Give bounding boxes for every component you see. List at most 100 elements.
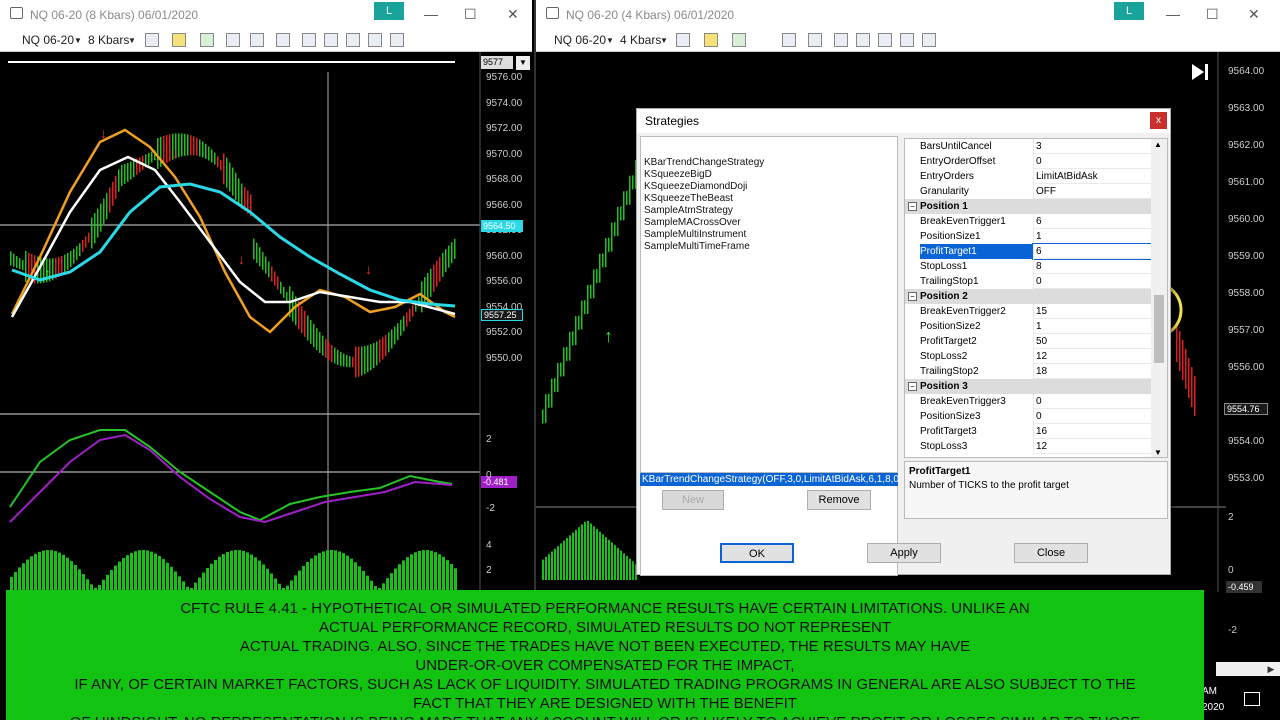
strategy-list-item[interactable]: KSqueezeDiamondDoji [644, 181, 747, 193]
apply-button[interactable]: Apply [867, 543, 941, 563]
collapse-icon[interactable]: − [908, 382, 917, 391]
link-badge[interactable]: L [374, 2, 404, 20]
property-category[interactable]: − Position 2 [905, 289, 1151, 304]
collapse-icon[interactable]: − [908, 202, 917, 211]
data-box-icon[interactable] [922, 33, 936, 47]
instrument-dropdown-icon[interactable]: ▼ [74, 36, 82, 45]
property-value[interactable]: 12 [1033, 349, 1151, 364]
property-row[interactable]: EntryOrderOffset 0 [905, 154, 1151, 169]
maximize-icon[interactable]: ☐ [1206, 6, 1219, 23]
properties-icon[interactable] [878, 33, 892, 47]
property-value[interactable]: 6 [1033, 214, 1151, 229]
indicators-icon[interactable] [302, 33, 316, 47]
drawing-tools-icon[interactable] [732, 33, 746, 47]
bar-type-icon[interactable] [676, 33, 690, 47]
strategies-icon[interactable] [856, 33, 870, 47]
scrollbar-thumb[interactable] [1154, 295, 1164, 363]
property-value[interactable]: 12 [1033, 439, 1151, 454]
close-icon[interactable]: ✕ [507, 6, 519, 23]
property-row[interactable]: ProfitTarget1 6 [905, 243, 1152, 260]
property-value[interactable]: 1 [1033, 229, 1151, 244]
indicators-icon[interactable] [834, 33, 848, 47]
strategy-list-item[interactable]: SampleMultiInstrument [644, 229, 746, 241]
data-box-icon[interactable] [390, 33, 404, 47]
scroll-right-icon[interactable]: ▶ [1264, 662, 1278, 676]
zoom-tool-icon[interactable] [226, 33, 240, 47]
property-row[interactable]: TrailingStop1 0 [905, 274, 1151, 289]
property-value[interactable]: OFF [1033, 184, 1151, 199]
property-value[interactable]: 0 [1033, 394, 1151, 409]
property-value[interactable]: LimitAtBidAsk [1033, 169, 1151, 184]
draw-pencil-icon[interactable] [704, 33, 718, 47]
configured-strategy-item[interactable]: KBarTrendChangeStrategy(OFF,3,0,LimitAtB… [640, 473, 898, 486]
property-row[interactable]: BreakEvenTrigger3 0 [905, 394, 1151, 409]
properties-icon[interactable] [346, 33, 360, 47]
draw-pencil-icon[interactable] [172, 33, 186, 47]
property-value[interactable]: 18 [1033, 364, 1151, 379]
property-value[interactable]: 0 [1033, 409, 1151, 424]
property-row[interactable]: ProfitTarget3 16 [905, 424, 1151, 439]
property-value[interactable]: 1 [1033, 319, 1151, 334]
property-value[interactable]: 3 [1033, 139, 1151, 154]
scroll-down-icon[interactable]: ▼ [1154, 448, 1162, 457]
ok-button[interactable]: OK [720, 543, 794, 563]
strategy-list-item[interactable]: SampleMultiTimeFrame [644, 241, 750, 253]
close-button[interactable]: Close [1014, 543, 1088, 563]
scroll-up-icon[interactable]: ▲ [1154, 140, 1162, 149]
notification-icon[interactable] [1244, 692, 1260, 706]
drawing-tools-icon[interactable] [200, 33, 214, 47]
property-value[interactable]: 8 [1033, 259, 1151, 274]
property-value[interactable]: 16 [1033, 424, 1151, 439]
property-category[interactable]: − Position 3 [905, 379, 1151, 394]
collapse-icon[interactable]: − [908, 292, 917, 301]
property-value[interactable]: 0 [1033, 154, 1151, 169]
bar-type-icon[interactable] [145, 33, 159, 47]
property-value[interactable]: 15 [1033, 304, 1151, 319]
instrument-selector[interactable]: NQ 06-20 [554, 33, 606, 47]
property-row[interactable]: EntryOrders LimitAtBidAsk [905, 169, 1151, 184]
template-icon[interactable] [368, 33, 382, 47]
strategy-list-item[interactable]: SampleAtmStrategy [644, 205, 733, 217]
instrument-selector[interactable]: NQ 06-20 [22, 33, 74, 47]
minimize-icon[interactable]: — [1166, 6, 1180, 22]
property-row[interactable]: Granularity OFF [905, 184, 1151, 199]
strategy-list-item[interactable]: KSqueezeBigD [644, 169, 712, 181]
magnifier-icon[interactable] [808, 33, 822, 47]
strategies-icon[interactable] [324, 33, 338, 47]
strategy-list-item[interactable]: KBarTrendChangeStrategy [644, 157, 764, 169]
new-button[interactable]: New [662, 490, 724, 510]
properties-scrollbar[interactable]: ▲ ▼ [1151, 139, 1167, 457]
strategy-list-item[interactable]: KSqueezeTheBeast [644, 193, 733, 205]
close-icon[interactable]: ✕ [1248, 6, 1260, 23]
property-value[interactable]: 6 [1032, 243, 1152, 260]
property-row[interactable]: StopLoss2 12 [905, 349, 1151, 364]
property-row[interactable]: BarsUntilCancel 3 [905, 139, 1151, 154]
property-row[interactable]: BreakEvenTrigger2 15 [905, 304, 1151, 319]
bars-dropdown-icon[interactable]: ▼ [128, 36, 136, 45]
bars-selector[interactable]: 8 Kbars [88, 33, 129, 47]
property-row[interactable]: PositionSize1 1 [905, 229, 1151, 244]
property-row[interactable]: PositionSize3 0 [905, 409, 1151, 424]
property-row[interactable]: PositionSize2 1 [905, 319, 1151, 334]
magnifier-icon[interactable] [276, 33, 290, 47]
instrument-dropdown-icon[interactable]: ▼ [606, 36, 614, 45]
property-row[interactable]: StopLoss3 12 [905, 439, 1151, 454]
crosshair-icon[interactable] [782, 33, 796, 47]
link-badge[interactable]: L [1114, 2, 1144, 20]
property-category[interactable]: − Position 1 [905, 199, 1151, 214]
maximize-icon[interactable]: ☐ [464, 6, 477, 23]
property-row[interactable]: BreakEvenTrigger1 6 [905, 214, 1151, 229]
crosshair-icon[interactable] [250, 33, 264, 47]
property-value[interactable]: 50 [1033, 334, 1151, 349]
strategy-list-item[interactable]: SampleMACrossOver [644, 217, 741, 229]
template-icon[interactable] [900, 33, 914, 47]
property-row[interactable]: ProfitTarget2 50 [905, 334, 1151, 349]
dialog-close-icon[interactable]: x [1150, 112, 1167, 129]
minimize-icon[interactable]: — [424, 6, 438, 22]
remove-button[interactable]: Remove [807, 490, 871, 510]
property-row[interactable]: StopLoss1 8 [905, 259, 1151, 274]
bars-dropdown-icon[interactable]: ▼ [660, 36, 668, 45]
scroll-down-icon[interactable]: ▼ [516, 56, 530, 70]
property-value[interactable]: 0 [1033, 274, 1151, 289]
property-row[interactable]: TrailingStop2 18 [905, 364, 1151, 379]
